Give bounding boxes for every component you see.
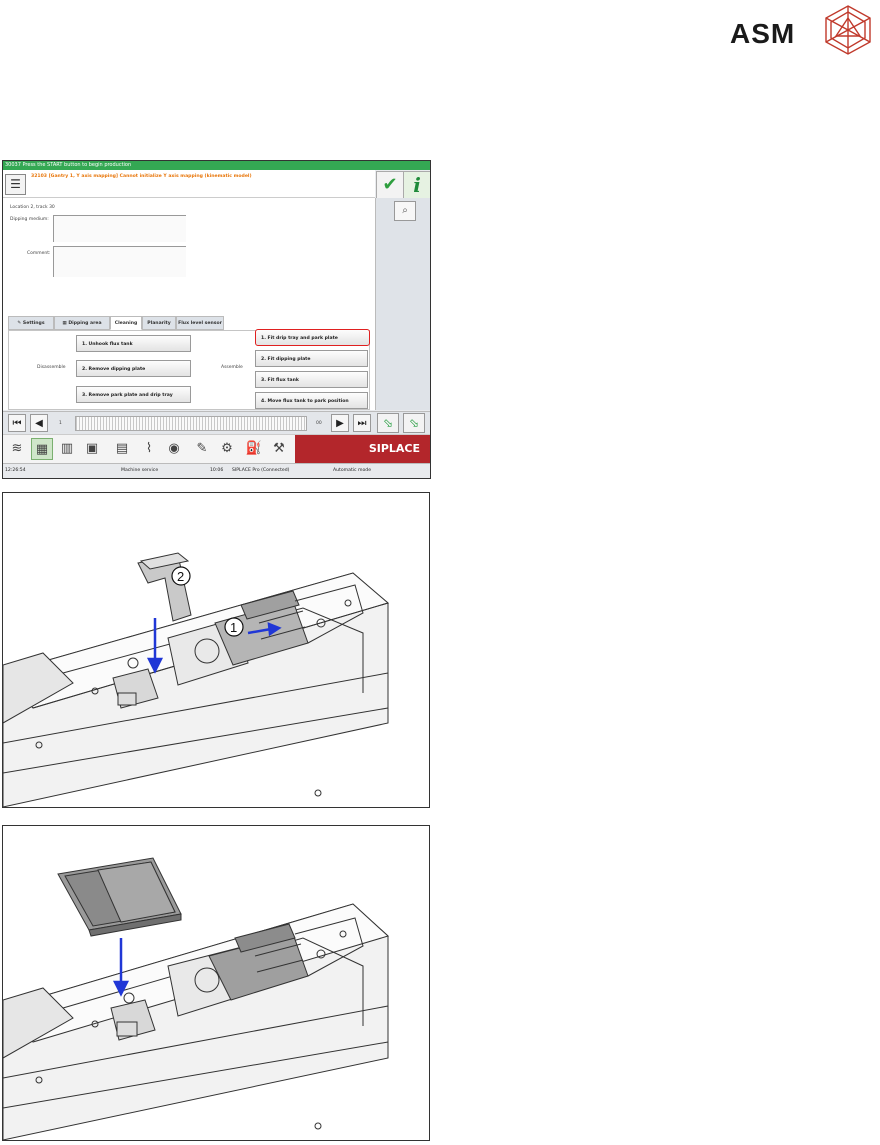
illustration-fit-drip-tray: 2 1	[2, 492, 430, 808]
asm-logo: ASM	[730, 4, 880, 56]
hamburger-icon[interactable]: ☰	[5, 174, 26, 195]
dipping-medium-field[interactable]	[53, 215, 186, 242]
machine-drawing-2	[3, 857, 389, 1140]
right-value: 00	[316, 421, 322, 426]
content-area: Location 2, track 30 Dipping medium: Com…	[3, 198, 375, 410]
pencil-icon[interactable]: ✎	[191, 438, 213, 460]
user-mode: Machine service	[121, 468, 159, 473]
machine-drawing-1: 2 1	[3, 552, 390, 807]
tab-planarity[interactable]: Planarity	[142, 316, 176, 330]
first-page-icon[interactable]: ⏮	[8, 414, 26, 432]
move-flux-tank-button[interactable]: 4. Move flux tank to park position	[255, 392, 368, 409]
automatic-mode: Automatic mode	[333, 468, 372, 473]
wrench-icon: ✎	[17, 321, 22, 326]
left-value: 1	[59, 421, 62, 426]
brand-name: ASM	[730, 18, 796, 49]
comment-field[interactable]	[53, 246, 186, 277]
fit-dipping-plate-button[interactable]: 2. Fit dipping plate	[255, 350, 368, 367]
error-message: 32103 [Gantry 1, Y axis mapping] Cannot …	[31, 174, 252, 179]
tab-dipping-area[interactable]: ▦ Dipping area	[54, 316, 110, 330]
grid-icon[interactable]: ▦	[31, 438, 53, 460]
clock-display: 10:06	[210, 468, 224, 473]
cleaning-panel: Disassemble 1. Unhook flux tank 2. Remov…	[8, 329, 370, 410]
status-line: 30037 Press the START button to begin pr…	[3, 161, 430, 170]
comment-label: Comment:	[27, 251, 51, 256]
asm-logo-icon	[825, 5, 871, 55]
next-page-icon[interactable]: ▶	[331, 414, 349, 432]
tab-flux-level-sensor[interactable]: Flux level sensor	[176, 316, 224, 330]
money-stack-icon[interactable]: ≋	[6, 438, 28, 460]
assemble-label: Assemble	[221, 365, 243, 370]
status-bar: 12:26:54 Machine service 10:06 SIPLACE P…	[3, 463, 430, 478]
last-page-icon[interactable]: ⏭	[353, 414, 371, 432]
position-ruler[interactable]	[75, 416, 307, 431]
bar-chart-icon[interactable]: ▥	[56, 438, 78, 460]
time-display: 12:26:54	[5, 468, 26, 473]
callout-2: 2	[177, 569, 184, 584]
tab-settings[interactable]: ✎ Settings	[8, 316, 54, 330]
unhook-flux-tank-button[interactable]: 1. Unhook flux tank	[76, 335, 191, 352]
connection-status: SIPLACE Pro (Connected)	[232, 468, 290, 473]
function-icon-bar: ≋ ▦ ▥ ▣ ▤ ⌇ ◉ ✎ ⚙ ⛽ ⚒ SIPLACE	[3, 434, 430, 463]
wrench-icon[interactable]: ⚒	[268, 438, 290, 460]
disassemble-label: Disassemble	[37, 365, 66, 370]
camera-icon[interactable]: ◉	[163, 438, 185, 460]
oil-can-icon[interactable]: ⛽	[243, 438, 265, 460]
illustration-fit-dipping-plate	[2, 825, 430, 1141]
save-icon[interactable]: ▣	[81, 438, 103, 460]
navigation-bar: ⏮ ◀ 1 00 ▶ ⏭ ⬂ ⬂	[3, 411, 430, 434]
siplace-banner: SIPLACE	[295, 435, 430, 463]
tab-cleaning[interactable]: Cleaning	[110, 316, 142, 330]
chart-icon[interactable]: ⌇	[138, 438, 160, 460]
callout-1: 1	[230, 620, 237, 635]
magnifier-icon[interactable]: ⌕	[394, 201, 416, 221]
green-double-arrow-icon[interactable]: ⬂	[403, 413, 425, 433]
side-panel: ⌕	[375, 198, 430, 410]
message-bar: ☰ 32103 [Gantry 1, Y axis mapping] Canno…	[3, 170, 375, 198]
green-arrow-icon[interactable]: ⬂	[377, 413, 399, 433]
tab-label: Settings	[22, 321, 45, 326]
dipping-medium-label: Dipping medium:	[10, 217, 49, 222]
remove-dipping-plate-button[interactable]: 2. Remove dipping plate	[76, 360, 191, 377]
gear-icon[interactable]: ⚙	[216, 438, 238, 460]
tab-label: Dipping area	[68, 321, 102, 326]
remove-park-plate-button[interactable]: 3. Remove park plate and drip tray	[76, 386, 191, 403]
tray-icon: ▦	[62, 321, 67, 326]
fit-flux-tank-button[interactable]: 3. Fit flux tank	[255, 371, 368, 388]
previous-page-icon[interactable]: ◀	[30, 414, 48, 432]
info-button[interactable]: i	[403, 171, 430, 199]
machine-ui-screenshot: 30037 Press the START button to begin pr…	[2, 160, 431, 479]
fit-drip-tray-button[interactable]: 1. Fit drip tray and park plate	[255, 329, 370, 346]
check-icon[interactable]: ✔	[376, 171, 404, 199]
document-icon[interactable]: ▤	[111, 438, 133, 460]
location-label: Location 2, track 30	[10, 205, 55, 210]
